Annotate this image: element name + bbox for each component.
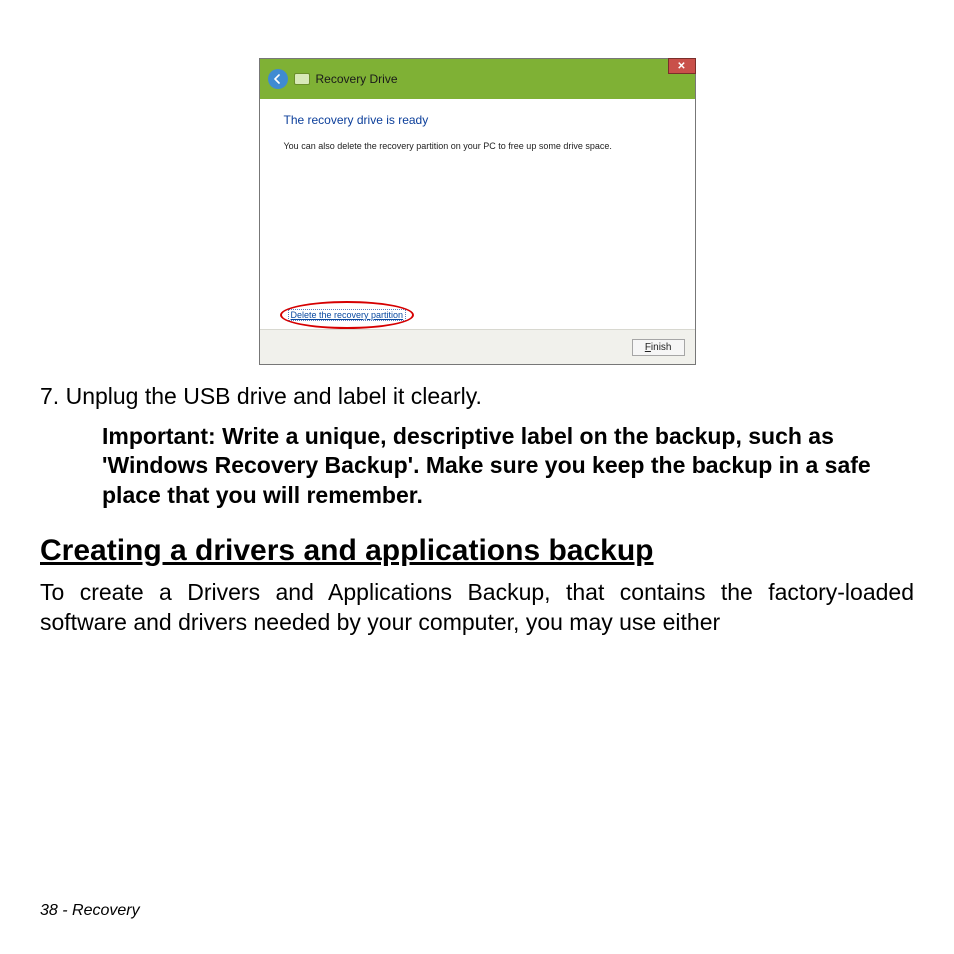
dialog-title: Recovery Drive bbox=[316, 72, 398, 86]
important-note: Important: Write a unique, descriptive l… bbox=[102, 422, 914, 510]
dialog-heading: The recovery drive is ready bbox=[284, 113, 671, 127]
footer-section-name: Recovery bbox=[72, 902, 140, 919]
dialog-footer: Finish bbox=[260, 329, 695, 364]
step-number: 7. bbox=[40, 383, 59, 409]
page-number: 38 bbox=[40, 902, 58, 919]
finish-button[interactable]: Finish bbox=[632, 339, 685, 356]
section-heading: Creating a drivers and applications back… bbox=[40, 534, 914, 568]
dialog-body: The recovery drive is ready You can also… bbox=[260, 99, 695, 329]
manual-page: ✕ Recovery Drive The recovery drive is r… bbox=[0, 0, 954, 954]
back-arrow-icon[interactable] bbox=[268, 69, 288, 89]
dialog-body-text: You can also delete the recovery partiti… bbox=[284, 141, 671, 153]
close-icon[interactable]: ✕ bbox=[668, 58, 696, 74]
delete-link-wrap: Delete the recovery partition bbox=[278, 309, 407, 321]
step-text: Unplug the USB drive and label it clearl… bbox=[66, 383, 482, 409]
section-body-text: To create a Drivers and Applications Bac… bbox=[40, 578, 914, 637]
delete-recovery-partition-link[interactable]: Delete the recovery partition bbox=[288, 309, 407, 321]
dialog-titlebar: Recovery Drive bbox=[260, 59, 695, 99]
page-footer: 38 - Recovery bbox=[40, 902, 140, 920]
usb-drive-icon bbox=[294, 73, 310, 85]
step-7-line: 7. Unplug the USB drive and label it cle… bbox=[40, 383, 914, 410]
recovery-drive-dialog: ✕ Recovery Drive The recovery drive is r… bbox=[259, 58, 696, 365]
